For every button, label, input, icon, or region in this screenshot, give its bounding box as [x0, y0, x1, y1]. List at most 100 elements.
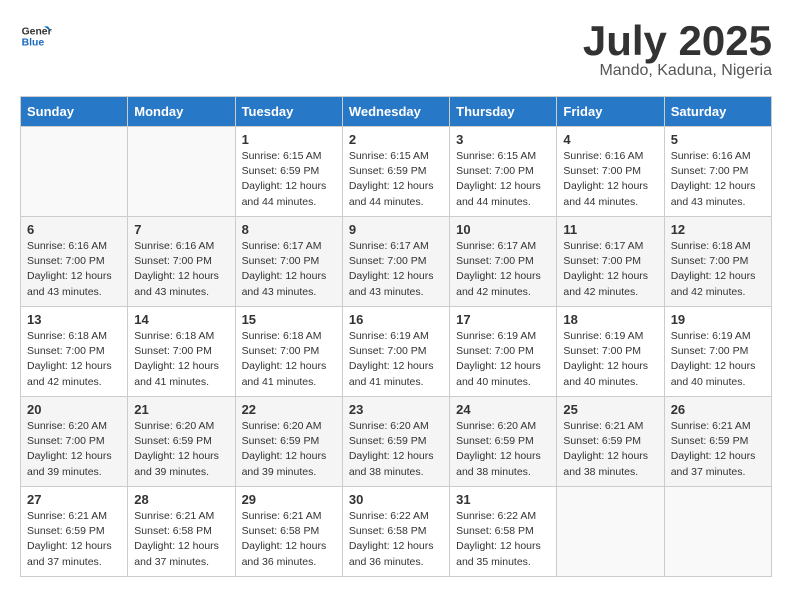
day-number: 20	[27, 402, 121, 417]
calendar-cell: 22 Sunrise: 6:20 AM Sunset: 6:59 PM Dayli…	[235, 397, 342, 487]
day-number: 29	[242, 492, 336, 507]
day-info: Sunrise: 6:16 AM Sunset: 7:00 PM Dayligh…	[134, 239, 228, 300]
calendar-cell: 4Sunrise: 6:16 AM Sunset: 7:00 PM Daylig…	[557, 127, 664, 217]
day-info: Sunrise: 6:16 AM Sunset: 7:00 PM Dayligh…	[671, 149, 765, 210]
day-info: Sunrise: 6:18 AM Sunset: 7:00 PM Dayligh…	[134, 329, 228, 390]
calendar-week-row: 27 Sunrise: 6:21 AM Sunset: 6:59 PM Dayli…	[21, 487, 772, 577]
day-info: Sunrise: 6:19 AM Sunset: 7:00 PM Dayligh…	[349, 329, 443, 390]
page-header: General Blue July 2025 Mando, Kaduna, Ni…	[20, 20, 772, 80]
calendar-header-row: SundayMondayTuesdayWednesdayThursdayFrid…	[21, 97, 772, 127]
calendar-cell: 13Sunrise: 6:18 AM Sunset: 7:00 PM Dayli…	[21, 307, 128, 397]
day-number: 21	[134, 402, 228, 417]
calendar-cell: 27 Sunrise: 6:21 AM Sunset: 6:59 PM Dayli…	[21, 487, 128, 577]
day-number: 11	[563, 222, 657, 237]
day-info: Sunrise: 6:20 AM Sunset: 6:59 PM Dayligh…	[134, 419, 228, 480]
day-info: Sunrise: 6:19 AM Sunset: 7:00 PM Dayligh…	[563, 329, 657, 390]
calendar-cell: 1 Sunrise: 6:15 AM Sunset: 6:59 PM Daylig…	[235, 127, 342, 217]
calendar-week-row: 13 Sunrise: 6:18 AM Sunset: 7:00 PM Dayli…	[21, 307, 772, 397]
calendar-cell: 25 Sunrise: 6:21 AM Sunset: 6:59 PM Dayli…	[557, 397, 664, 487]
day-number: 8	[242, 222, 336, 237]
day-info: Sunrise: 6:20 AM Sunset: 6:59 PM Dayligh…	[349, 419, 443, 480]
calendar-cell: 20 Sunrise: 6:20 AM Sunset: 7:00 PM Dayli…	[21, 397, 128, 487]
day-number: 18	[563, 312, 657, 327]
day-info: Sunrise: 6:17 AM Sunset: 7:00 PM Dayligh…	[349, 239, 443, 300]
calendar-cell	[664, 487, 771, 577]
day-info: Sunrise: 6:22 AM Sunset: 6:58 PM Dayligh…	[349, 509, 443, 570]
calendar-cell: 19Sunrise: 6:19 AM Sunset: 7:00 PM Dayli…	[664, 307, 771, 397]
day-number: 15	[242, 312, 336, 327]
day-number: 6	[27, 222, 121, 237]
day-number: 19	[671, 312, 765, 327]
day-info: Sunrise: 6:20 AM Sunset: 6:59 PM Dayligh…	[456, 419, 550, 480]
day-number: 16	[349, 312, 443, 327]
day-info: Sunrise: 6:20 AM Sunset: 7:00 PM Dayligh…	[27, 419, 121, 480]
day-number: 12	[671, 222, 765, 237]
calendar-cell: 29 Sunrise: 6:21 AM Sunset: 6:58 PM Dayli…	[235, 487, 342, 577]
col-header-tuesday: Tuesday	[235, 97, 342, 127]
day-number: 31	[456, 492, 550, 507]
calendar-cell: 28 Sunrise: 6:21 AM Sunset: 6:58 PM Dayli…	[128, 487, 235, 577]
calendar-cell: 2 Sunrise: 6:15 AM Sunset: 6:59 PM Daylig…	[342, 127, 449, 217]
day-number: 30	[349, 492, 443, 507]
calendar-cell: 21 Sunrise: 6:20 AM Sunset: 6:59 PM Dayli…	[128, 397, 235, 487]
day-number: 10	[456, 222, 550, 237]
calendar-week-row: 6 Sunrise: 6:16 AM Sunset: 7:00 PM Daylig…	[21, 217, 772, 307]
calendar-cell: 7 Sunrise: 6:16 AM Sunset: 7:00 PM Daylig…	[128, 217, 235, 307]
col-header-friday: Friday	[557, 97, 664, 127]
day-info: Sunrise: 6:15 AM Sunset: 6:59 PM Dayligh…	[349, 149, 443, 210]
logo: General Blue	[20, 20, 52, 52]
calendar-cell	[557, 487, 664, 577]
calendar-week-row: 20 Sunrise: 6:20 AM Sunset: 7:00 PM Dayli…	[21, 397, 772, 487]
calendar-cell: 16 Sunrise: 6:19 AM Sunset: 7:00 PM Dayli…	[342, 307, 449, 397]
col-header-saturday: Saturday	[664, 97, 771, 127]
calendar-cell: 8Sunrise: 6:17 AM Sunset: 7:00 PM Daylig…	[235, 217, 342, 307]
col-header-wednesday: Wednesday	[342, 97, 449, 127]
day-info: Sunrise: 6:17 AM Sunset: 7:00 PM Dayligh…	[456, 239, 550, 300]
calendar-cell: 10 Sunrise: 6:17 AM Sunset: 7:00 PM Dayli…	[450, 217, 557, 307]
day-info: Sunrise: 6:21 AM Sunset: 6:58 PM Dayligh…	[134, 509, 228, 570]
day-number: 23	[349, 402, 443, 417]
calendar-week-row: 1 Sunrise: 6:15 AM Sunset: 6:59 PM Daylig…	[21, 127, 772, 217]
day-info: Sunrise: 6:18 AM Sunset: 7:00 PM Dayligh…	[671, 239, 765, 300]
calendar-cell: 12 Sunrise: 6:18 AM Sunset: 7:00 PM Dayli…	[664, 217, 771, 307]
day-number: 7	[134, 222, 228, 237]
calendar-cell: 6Sunrise: 6:16 AM Sunset: 7:00 PM Daylig…	[21, 217, 128, 307]
calendar-cell: 17 Sunrise: 6:19 AM Sunset: 7:00 PM Dayli…	[450, 307, 557, 397]
calendar-cell	[21, 127, 128, 217]
day-info: Sunrise: 6:21 AM Sunset: 6:59 PM Dayligh…	[27, 509, 121, 570]
calendar-cell: 23 Sunrise: 6:20 AM Sunset: 6:59 PM Dayli…	[342, 397, 449, 487]
day-number: 27	[27, 492, 121, 507]
calendar-table: SundayMondayTuesdayWednesdayThursdayFrid…	[20, 96, 772, 577]
day-info: Sunrise: 6:15 AM Sunset: 7:00 PM Dayligh…	[456, 149, 550, 210]
day-info: Sunrise: 6:21 AM Sunset: 6:58 PM Dayligh…	[242, 509, 336, 570]
day-number: 26	[671, 402, 765, 417]
day-number: 28	[134, 492, 228, 507]
day-info: Sunrise: 6:21 AM Sunset: 6:59 PM Dayligh…	[671, 419, 765, 480]
day-number: 4	[563, 132, 657, 147]
day-number: 3	[456, 132, 550, 147]
day-number: 13	[27, 312, 121, 327]
col-header-monday: Monday	[128, 97, 235, 127]
calendar-cell: 9Sunrise: 6:17 AM Sunset: 7:00 PM Daylig…	[342, 217, 449, 307]
calendar-cell: 3 Sunrise: 6:15 AM Sunset: 7:00 PM Daylig…	[450, 127, 557, 217]
day-number: 1	[242, 132, 336, 147]
calendar-cell: 5Sunrise: 6:16 AM Sunset: 7:00 PM Daylig…	[664, 127, 771, 217]
day-info: Sunrise: 6:20 AM Sunset: 6:59 PM Dayligh…	[242, 419, 336, 480]
day-info: Sunrise: 6:19 AM Sunset: 7:00 PM Dayligh…	[456, 329, 550, 390]
calendar-cell	[128, 127, 235, 217]
calendar-cell: 18 Sunrise: 6:19 AM Sunset: 7:00 PM Dayli…	[557, 307, 664, 397]
day-info: Sunrise: 6:21 AM Sunset: 6:59 PM Dayligh…	[563, 419, 657, 480]
day-number: 24	[456, 402, 550, 417]
day-number: 25	[563, 402, 657, 417]
day-number: 2	[349, 132, 443, 147]
day-info: Sunrise: 6:15 AM Sunset: 6:59 PM Dayligh…	[242, 149, 336, 210]
svg-text:Blue: Blue	[22, 38, 45, 49]
title-block: July 2025 Mando, Kaduna, Nigeria	[583, 20, 772, 80]
calendar-cell: 30 Sunrise: 6:22 AM Sunset: 6:58 PM Dayli…	[342, 487, 449, 577]
day-number: 17	[456, 312, 550, 327]
col-header-sunday: Sunday	[21, 97, 128, 127]
day-number: 22	[242, 402, 336, 417]
calendar-cell: 26 Sunrise: 6:21 AM Sunset: 6:59 PM Dayli…	[664, 397, 771, 487]
calendar-cell: 15Sunrise: 6:18 AM Sunset: 7:00 PM Dayli…	[235, 307, 342, 397]
logo-icon: General Blue	[20, 20, 52, 52]
